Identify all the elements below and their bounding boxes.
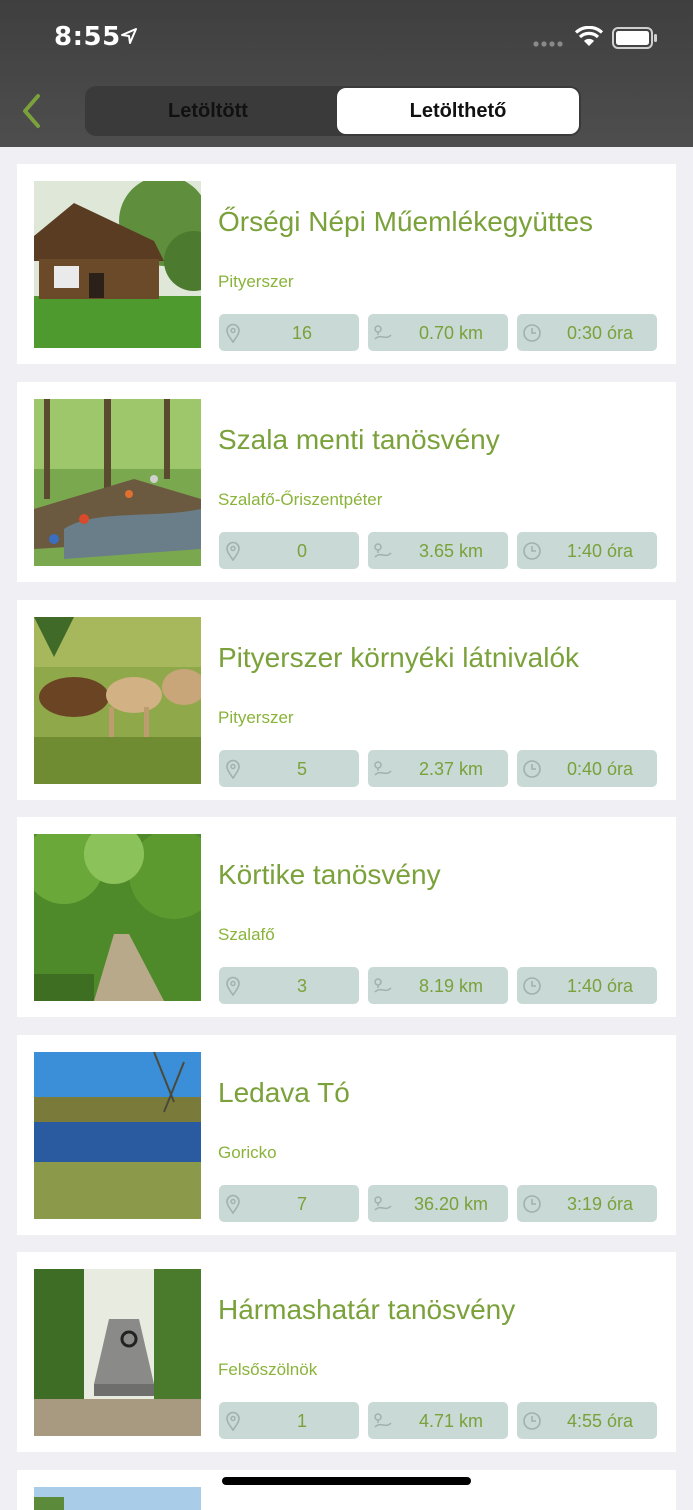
route-icon [374,543,392,558]
duration-chip: 4:55 óra [517,1402,657,1439]
trail-card[interactable]: Körtike tanösvény Szalafő 3 8.19 km 1:40… [17,817,676,1017]
distance-value: 8.19 km [418,976,484,996]
trail-title: Pityerszer környéki látnivalók [218,642,580,673]
points-count: 7 [296,1194,307,1214]
trail-location: Felsőszölnök [218,1360,318,1379]
trail-location: Pityerszer [218,272,294,291]
tab-downloadable[interactable]: Letölthető [337,88,579,134]
distance-chip: 4.71 km [368,1402,508,1439]
route-icon [374,325,392,340]
trail-thumbnail [34,399,201,566]
clock-icon [523,760,541,778]
distance-value: 2.37 km [418,759,484,779]
map-pin-icon [226,541,240,561]
battery-icon [612,27,657,49]
duration-value: 0:30 óra [566,323,634,343]
clock-icon [523,977,541,995]
trail-title: Körtike tanösvény [218,859,441,890]
distance-value: 3.65 km [418,541,484,561]
map-pin-icon [226,323,240,343]
cellular-signal-icon [533,41,563,47]
duration-value: 0:40 óra [566,759,634,779]
map-pin-icon [226,759,240,779]
duration-chip: 1:40 óra [517,967,657,1004]
points-chip: 7 [219,1185,359,1222]
points-count: 16 [291,323,313,343]
clock-icon [523,1195,541,1213]
trail-card[interactable]: Őrségi Népi Műemlékegyüttes Pityerszer 1… [17,164,676,364]
trail-title: Őrségi Népi Műemlékegyüttes [218,206,594,237]
tab-downloaded[interactable]: Letöltött [87,88,329,134]
route-icon [374,978,392,993]
distance-chip: 36.20 km [368,1185,508,1222]
duration-value: 1:40 óra [566,541,634,561]
points-count: 3 [296,976,307,996]
points-chip: 1 [219,1402,359,1439]
duration-chip: 3:19 óra [517,1185,657,1222]
trail-card[interactable]: Pityerszer környéki látnivalók Pityersze… [17,600,676,800]
status-time: 8:55 [54,22,121,52]
points-chip: 3 [219,967,359,1004]
route-icon [374,1413,392,1428]
trail-thumbnail [34,181,201,348]
clock-icon [523,542,541,560]
trail-title: Ledava Tó [218,1077,350,1108]
clock-icon [523,1412,541,1430]
back-button[interactable] [18,92,48,130]
segmented-control: Letöltött Letölthető [85,86,581,136]
duration-chip: 0:40 óra [517,750,657,787]
distance-value: 0.70 km [418,323,484,343]
navigation-bar: 8:55 Letöltött Letölthető [0,0,693,147]
trail-location: Szalafő [218,925,275,944]
trail-card[interactable]: Hármashatár tanösvény Felsőszölnök 1 4.7… [17,1252,676,1452]
points-chip: 16 [219,314,359,351]
duration-value: 3:19 óra [566,1194,634,1214]
distance-value: 36.20 km [413,1194,489,1214]
trail-thumbnail [34,1269,201,1436]
trail-thumbnail [34,1052,201,1219]
route-icon [374,761,392,776]
duration-chip: 0:30 óra [517,314,657,351]
trail-location: Pityerszer [218,708,294,727]
trail-thumbnail [34,617,201,784]
location-arrow-icon [121,28,137,44]
trail-title: Szala menti tanösvény [218,424,500,455]
map-pin-icon [226,1411,240,1431]
map-pin-icon [226,976,240,996]
trail-location: Szalafő-Őriszentpéter [218,490,383,509]
trail-title: Hármashatár tanösvény [218,1294,516,1325]
distance-value: 4.71 km [418,1411,484,1431]
home-indicator [222,1477,471,1485]
distance-chip: 2.37 km [368,750,508,787]
duration-value: 1:40 óra [566,976,634,996]
duration-chip: 1:40 óra [517,532,657,569]
wifi-icon [575,26,603,46]
clock-icon [523,324,541,342]
duration-value: 4:55 óra [566,1411,634,1431]
points-count: 1 [296,1411,307,1431]
trail-card[interactable]: Ledava Tó Goricko 7 36.20 km 3:19 óra [17,1035,676,1235]
trail-thumbnail [34,834,201,1001]
points-chip: 0 [219,532,359,569]
trail-location: Goricko [218,1143,277,1162]
trail-card-partial[interactable] [17,1470,676,1510]
map-pin-icon [226,1194,240,1214]
distance-chip: 3.65 km [368,532,508,569]
trail-card[interactable]: Szala menti tanösvény Szalafő-Őriszentpé… [17,382,676,582]
points-count: 0 [296,541,307,561]
trail-thumbnail [34,1487,201,1510]
points-count: 5 [296,759,307,779]
distance-chip: 8.19 km [368,967,508,1004]
points-chip: 5 [219,750,359,787]
route-icon [374,1196,392,1211]
distance-chip: 0.70 km [368,314,508,351]
